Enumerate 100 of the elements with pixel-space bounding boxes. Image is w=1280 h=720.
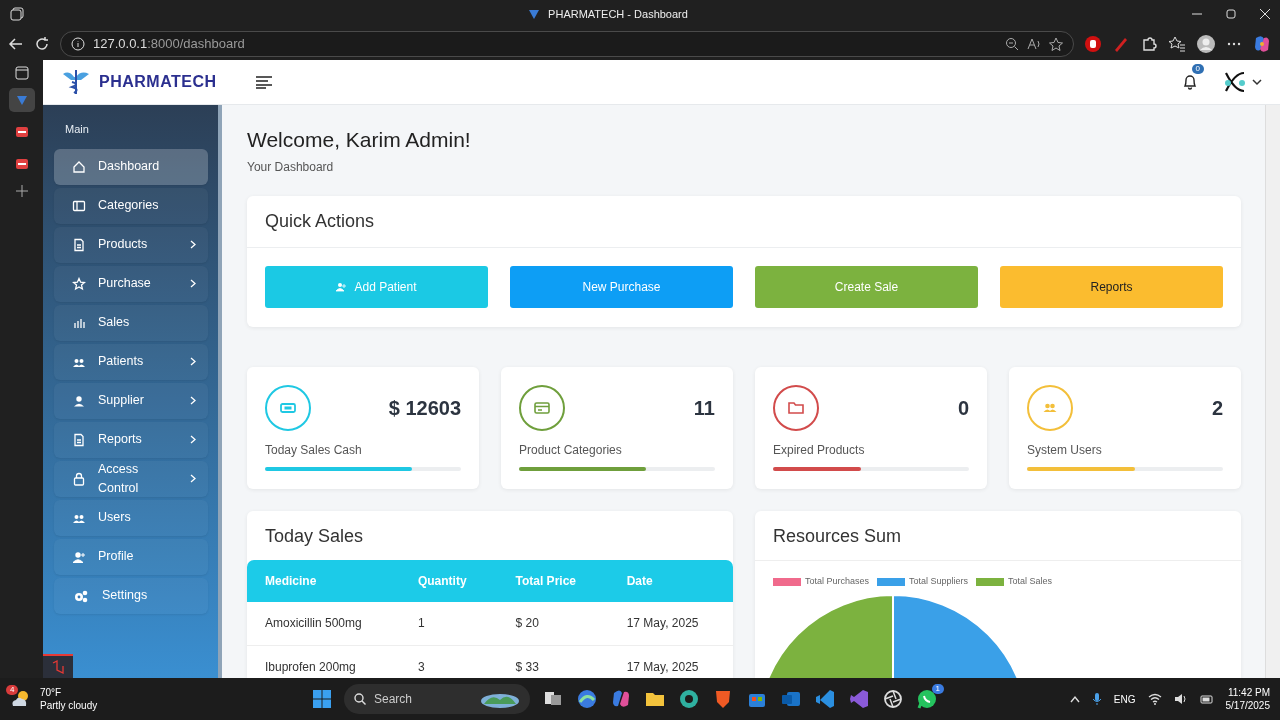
lock-icon [72, 471, 86, 486]
hand-icon[interactable] [1084, 35, 1102, 53]
caduceus-icon [14, 93, 29, 107]
temperature: 70°F [40, 686, 63, 699]
browser-icon[interactable] [678, 688, 700, 710]
table-cell: 17 May, 2025 [608, 602, 733, 646]
chat-icon[interactable] [916, 688, 938, 710]
zoom-out-icon[interactable] [1005, 37, 1019, 51]
maximize-icon[interactable] [1226, 9, 1236, 19]
legend-label: Total Sales [1008, 575, 1053, 589]
column-header: Date [608, 560, 733, 603]
layout-icon [72, 198, 86, 213]
table-cell: 1 [399, 602, 498, 646]
aperture-icon[interactable] [882, 688, 904, 710]
windows-icon[interactable] [312, 689, 332, 709]
person-icon [72, 393, 86, 408]
favorites-icon[interactable] [1168, 35, 1186, 53]
battery-icon[interactable] [1199, 693, 1214, 705]
brand-name: PHARMATECH [99, 72, 217, 92]
stat-label: Expired Products [773, 442, 866, 460]
sidebar-item[interactable]: Access Control [54, 460, 208, 497]
caret-icon[interactable] [1252, 78, 1262, 86]
column-header: Medicine [247, 560, 400, 603]
stat-label: Today Sales Cash [265, 442, 363, 460]
bell-icon[interactable] [1182, 74, 1198, 90]
sidebar-item[interactable]: Sales [54, 304, 208, 341]
code-editor-icon[interactable] [814, 688, 836, 710]
caduceus-icon [528, 8, 541, 20]
wifi-icon[interactable] [1147, 693, 1162, 705]
table-cell: $ 20 [497, 602, 609, 646]
star-icon [72, 276, 86, 291]
puzzle-icon[interactable] [1140, 35, 1158, 53]
column-header: Total Price [497, 560, 609, 603]
sidebar-item[interactable]: Reports [54, 421, 208, 458]
url-text: 127.0.0.1:8000/dashboard [93, 35, 246, 54]
app-badge: 1 [931, 684, 944, 694]
sidebar-item[interactable]: Users [54, 499, 208, 536]
plus-icon[interactable] [14, 184, 29, 198]
search-field[interactable]: Search [344, 684, 530, 714]
sidebar-item[interactable]: Patients [54, 343, 208, 380]
legend-label: Total Suppliers [909, 575, 969, 589]
stat-value: 11 [693, 396, 715, 422]
stat-value: 0 [957, 396, 969, 422]
stat-value: $ 12603 [388, 396, 461, 422]
pen-icon[interactable] [1112, 35, 1130, 53]
sidebar-item[interactable]: Products [54, 226, 208, 263]
weather-badge: 4 [6, 685, 19, 695]
weather-condition: Partly cloudy [40, 699, 98, 712]
home-icon [72, 159, 86, 174]
person-add-icon [72, 549, 86, 564]
logo-icon [51, 660, 65, 674]
legend-label: Total Purchases [805, 575, 870, 589]
pdf-icon [14, 157, 29, 171]
read-aloud-icon[interactable] [1027, 37, 1041, 51]
sidebar-item[interactable]: Categories [54, 187, 208, 224]
tab-title: PHARMATECH - Dashboard [548, 6, 688, 22]
laravel-button[interactable] [43, 654, 73, 678]
card-title: Quick Actions [247, 196, 1241, 249]
address-field[interactable]: 127.0.0.1:8000/dashboard [60, 31, 1074, 57]
sidebar-item[interactable]: Settings [54, 577, 208, 614]
sidebar-item[interactable]: Supplier [54, 382, 208, 419]
close-icon[interactable] [1260, 9, 1270, 19]
document-icon [72, 432, 86, 447]
avatar-icon[interactable] [1196, 34, 1216, 54]
stat-label: Product Categories [519, 442, 623, 460]
action-button[interactable]: Reports [1000, 266, 1223, 309]
card-title: Resources Sum [755, 511, 1241, 562]
star-icon[interactable] [1049, 37, 1063, 51]
section-heading: Main [65, 122, 90, 137]
microphone-icon[interactable] [1091, 692, 1102, 706]
clock-date[interactable]: 5/17/2025 [1225, 699, 1270, 713]
copilot-icon[interactable] [1252, 34, 1272, 54]
volume-icon[interactable] [1173, 693, 1188, 705]
stat-label: System Users [1027, 442, 1103, 460]
info-icon [71, 37, 85, 51]
language-indicator[interactable]: ENG [1113, 691, 1136, 707]
sidebar-item[interactable]: Purchase [54, 265, 208, 302]
notification-count: 0 [1191, 64, 1204, 74]
sidebar-icon[interactable] [14, 66, 29, 80]
pdf-icon [14, 125, 29, 139]
table-cell: Amoxicillin 500mg [247, 602, 400, 646]
back-icon[interactable] [8, 36, 24, 52]
scrollbar[interactable] [1265, 105, 1280, 678]
reload-icon[interactable] [34, 36, 50, 52]
sidebar-item[interactable]: Profile [54, 538, 208, 575]
tabs-icon[interactable] [10, 7, 24, 21]
card-title: Today Sales [264, 525, 365, 549]
browser-icon[interactable] [576, 688, 598, 710]
sidebar-item[interactable]: Dashboard [54, 148, 208, 185]
menu-icon[interactable] [254, 75, 273, 89]
chevron-up-icon[interactable] [1069, 695, 1080, 703]
search-icon [354, 693, 366, 705]
copilot-icon[interactable] [610, 688, 632, 710]
gears-icon [72, 588, 90, 603]
welcome-subtitle: Your Dashboard [247, 159, 335, 177]
caduceus-logo-icon [61, 68, 91, 96]
person-add-icon [336, 282, 347, 293]
column-header: Quantity [399, 560, 498, 603]
clock-time[interactable]: 11:42 PM [1227, 685, 1270, 699]
document-icon [72, 237, 86, 252]
